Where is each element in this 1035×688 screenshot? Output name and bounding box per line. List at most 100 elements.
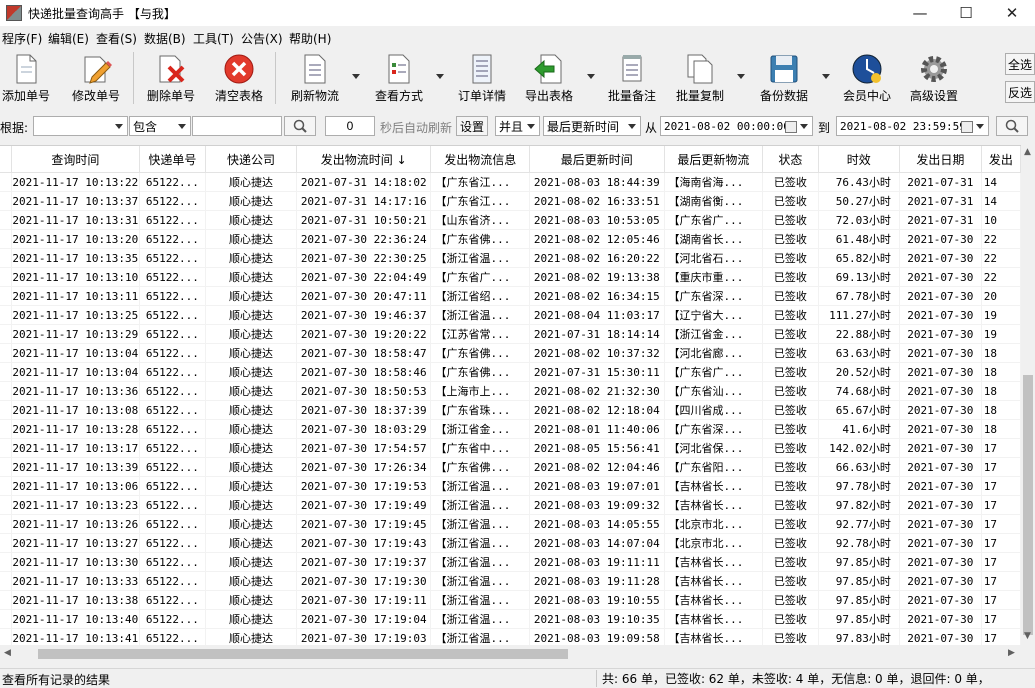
col-header-duration[interactable]: 时效 (818, 146, 900, 173)
table-row[interactable]: 2021-11-17 10:13:08 65122... 顺心捷达 2021-07-3… (0, 400, 1021, 420)
table-row[interactable]: 2021-11-17 10:13:36 65122... 顺心捷达 2021-07-3… (0, 381, 1021, 401)
refresh-interval-input[interactable] (325, 116, 375, 136)
col-header-ship-hour[interactable]: 发出 (981, 146, 1021, 173)
maximize-button[interactable]: ☐ (943, 0, 989, 26)
row-selector[interactable] (0, 590, 12, 610)
col-header-last-update-time[interactable]: 最后更新时间 (529, 146, 665, 173)
delete-number-button[interactable]: 删除单号 (144, 50, 198, 106)
menu-data[interactable]: 数据(B) (144, 30, 186, 47)
menu-tools[interactable]: 工具(T) (193, 30, 234, 47)
row-selector[interactable] (0, 172, 12, 192)
match-mode-select[interactable]: 包含 (129, 116, 191, 136)
row-selector[interactable] (0, 609, 12, 629)
keyword-input[interactable] (192, 116, 282, 136)
invert-selection-button[interactable]: 反选 (1005, 81, 1035, 103)
row-selector[interactable] (0, 229, 12, 249)
export-dropdown-arrow[interactable] (587, 74, 595, 79)
member-center-button[interactable]: 会员中心 (840, 50, 894, 106)
table-row[interactable]: 2021-11-17 10:13:20 65122... 顺心捷达 2021-07-3… (0, 229, 1021, 249)
col-header-status[interactable]: 状态 (762, 146, 819, 173)
row-selector[interactable] (0, 628, 12, 646)
col-header-ship-info[interactable]: 发出物流信息 (430, 146, 531, 173)
row-selector[interactable] (0, 438, 12, 458)
table-row[interactable]: 2021-11-17 10:13:40 65122... 顺心捷达 2021-07-3… (0, 609, 1021, 629)
scroll-down-icon[interactable]: ▼ (1024, 631, 1031, 641)
table-row[interactable]: 2021-11-17 10:13:30 65122... 顺心捷达 2021-07-3… (0, 552, 1021, 572)
table-row[interactable]: 2021-11-17 10:13:41 65122... 顺心捷达 2021-07-3… (0, 628, 1021, 646)
col-header-last-update-info[interactable]: 最后更新物流 (664, 146, 764, 173)
row-selector[interactable] (0, 419, 12, 439)
add-number-button[interactable]: 添加单号 (0, 50, 52, 106)
row-selector[interactable] (0, 571, 12, 591)
table-row[interactable]: 2021-11-17 10:13:28 65122... 顺心捷达 2021-07-3… (0, 419, 1021, 439)
calendar-icon[interactable] (785, 121, 797, 133)
table-row[interactable]: 2021-11-17 10:13:37 65122... 顺心捷达 2021-07-3… (0, 191, 1021, 211)
table-row[interactable]: 2021-11-17 10:13:04 65122... 顺心捷达 2021-07-3… (0, 343, 1021, 363)
table-row[interactable]: 2021-11-17 10:13:10 65122... 顺心捷达 2021-07-3… (0, 267, 1021, 287)
table-row[interactable]: 2021-11-17 10:13:23 65122... 顺心捷达 2021-07-3… (0, 495, 1021, 515)
row-selector[interactable] (0, 533, 12, 553)
time-field-select[interactable]: 最后更新时间 (543, 116, 641, 136)
row-selector[interactable] (0, 362, 12, 382)
close-button[interactable]: ✕ (989, 0, 1035, 26)
horizontal-scroll-thumb[interactable] (38, 649, 568, 659)
row-selector[interactable] (0, 324, 12, 344)
copy-dropdown-arrow[interactable] (737, 74, 745, 79)
table-row[interactable]: 2021-11-17 10:13:04 65122... 顺心捷达 2021-07-3… (0, 362, 1021, 382)
table-row[interactable]: 2021-11-17 10:13:22 65122... 顺心捷达 2021-07-3… (0, 172, 1021, 192)
table-row[interactable]: 2021-11-17 10:13:25 65122... 顺心捷达 2021-07-3… (0, 305, 1021, 325)
table-row[interactable]: 2021-11-17 10:13:06 65122... 顺心捷达 2021-07-3… (0, 476, 1021, 496)
menu-edit[interactable]: 编辑(E) (48, 30, 89, 47)
table-row[interactable]: 2021-11-17 10:13:39 65122... 顺心捷达 2021-07-3… (0, 457, 1021, 477)
refresh-logistics-button[interactable]: 刷新物流 (288, 50, 342, 106)
horizontal-scrollbar[interactable]: ◀ ▶ (0, 645, 1021, 662)
row-selector[interactable] (0, 457, 12, 477)
from-datetime-picker[interactable]: 2021-08-02 00:00:00 (660, 116, 813, 136)
results-grid[interactable]: 查询时间 快递单号 快递公司 发出物流时间 ↓ 发出物流信息 最后更新时间 最后… (0, 145, 1021, 646)
clear-table-button[interactable]: 清空表格 (212, 50, 266, 106)
date-search-button[interactable] (996, 116, 1028, 136)
batch-note-button[interactable]: 批量备注 (605, 50, 659, 106)
scroll-left-icon[interactable]: ◀ (4, 648, 11, 658)
table-row[interactable]: 2021-11-17 10:13:17 65122... 顺心捷达 2021-07-3… (0, 438, 1021, 458)
edit-number-button[interactable]: 修改单号 (70, 50, 122, 106)
menu-help[interactable]: 帮助(H) (289, 30, 331, 47)
refresh-dropdown-arrow[interactable] (352, 74, 360, 79)
row-selector[interactable] (0, 286, 12, 306)
table-row[interactable]: 2021-11-17 10:13:29 65122... 顺心捷达 2021-07-3… (0, 324, 1021, 344)
settings-button[interactable]: 设置 (456, 116, 488, 136)
row-selector[interactable] (0, 191, 12, 211)
col-header-query-time[interactable]: 查询时间 (11, 146, 140, 173)
row-selector[interactable] (0, 305, 12, 325)
row-selector[interactable] (0, 400, 12, 420)
scroll-right-icon[interactable]: ▶ (1008, 648, 1015, 658)
export-table-button[interactable]: 导出表格 (522, 50, 576, 106)
row-selector[interactable] (0, 495, 12, 515)
to-datetime-picker[interactable]: 2021-08-02 23:59:59 (836, 116, 989, 136)
col-header-tracking-number[interactable]: 快递单号 (139, 146, 206, 173)
row-selector[interactable] (0, 210, 12, 230)
backup-data-button[interactable]: 备份数据 (757, 50, 811, 106)
col-header-select[interactable] (0, 146, 12, 173)
batch-copy-button[interactable]: 批量复制 (673, 50, 727, 106)
vertical-scrollbar[interactable]: ▲ ▼ (1021, 145, 1035, 645)
menu-view[interactable]: 查看(S) (96, 30, 137, 47)
row-selector[interactable] (0, 476, 12, 496)
logic-select[interactable]: 并且 (495, 116, 540, 136)
row-selector[interactable] (0, 267, 12, 287)
col-header-ship-time[interactable]: 发出物流时间 ↓ (296, 146, 432, 173)
table-row[interactable]: 2021-11-17 10:13:31 65122... 顺心捷达 2021-07-3… (0, 210, 1021, 230)
table-row[interactable]: 2021-11-17 10:13:33 65122... 顺心捷达 2021-07-3… (0, 571, 1021, 591)
backup-dropdown-arrow[interactable] (822, 74, 830, 79)
row-selector[interactable] (0, 248, 12, 268)
minimize-button[interactable]: — (897, 0, 943, 26)
row-selector[interactable] (0, 552, 12, 572)
advanced-settings-button[interactable]: 高级设置 (907, 50, 961, 106)
table-row[interactable]: 2021-11-17 10:13:27 65122... 顺心捷达 2021-07-3… (0, 533, 1021, 553)
table-row[interactable]: 2021-11-17 10:13:26 65122... 顺心捷达 2021-07-3… (0, 514, 1021, 534)
col-header-ship-date[interactable]: 发出日期 (899, 146, 982, 173)
search-keyword-button[interactable] (284, 116, 316, 136)
menu-notice[interactable]: 公告(X) (241, 30, 283, 47)
menu-program[interactable]: 程序(F) (2, 30, 42, 47)
filter-field-select[interactable] (33, 116, 128, 136)
